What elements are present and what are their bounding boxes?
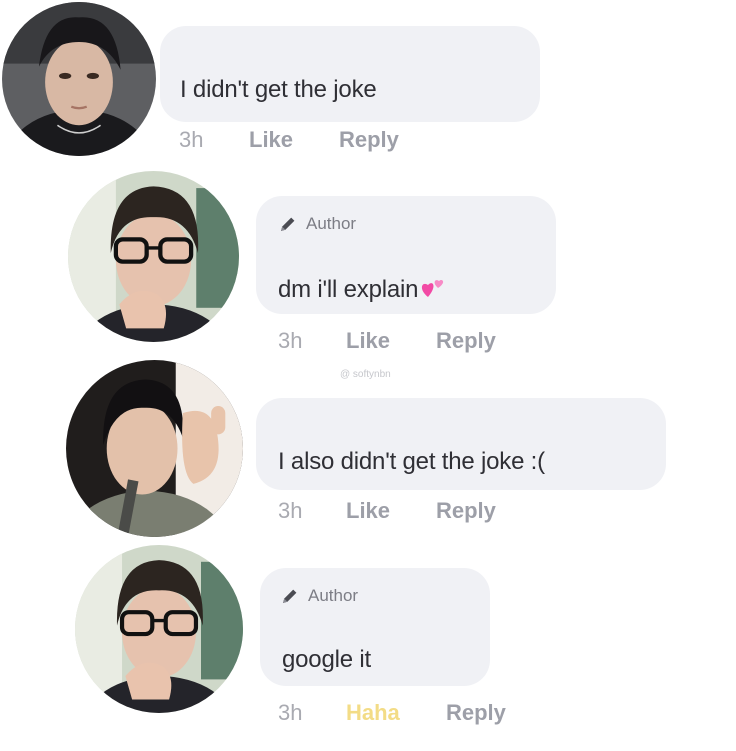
haha-reaction-button[interactable]: Haha xyxy=(346,700,400,726)
author-avatar[interactable] xyxy=(75,545,243,713)
profile-photo xyxy=(75,545,243,713)
comment-actions: 3h Like Reply xyxy=(278,498,538,526)
reply-button[interactable]: Reply xyxy=(436,328,496,354)
reply-button[interactable]: Reply xyxy=(446,700,506,726)
pencil-icon xyxy=(281,217,295,231)
comment-timestamp: 3h xyxy=(278,328,303,353)
profile-photo xyxy=(68,171,239,342)
author-badge: Author xyxy=(280,586,358,606)
comment-text: I also didn't get the joke :( xyxy=(278,448,545,475)
two-hearts-emoji xyxy=(422,279,444,297)
like-button[interactable]: Like xyxy=(249,127,293,153)
commenter-avatar[interactable] xyxy=(2,2,156,156)
comment-actions: 3h Like Reply xyxy=(278,328,538,356)
like-button[interactable]: Like xyxy=(346,328,390,354)
author-label: Author xyxy=(306,214,357,233)
comment-content: dm i'll explain xyxy=(278,276,446,304)
author-avatar[interactable] xyxy=(68,171,239,342)
commenter-avatar[interactable] xyxy=(66,360,243,537)
comment-timestamp: 3h xyxy=(278,700,303,725)
reply-button[interactable]: Reply xyxy=(339,127,399,153)
comment-timestamp: 3h xyxy=(179,127,204,152)
author-label: Author xyxy=(308,586,359,605)
comment-actions: 3h Like Reply xyxy=(179,127,459,155)
comment-text: dm i'll explain xyxy=(278,276,419,303)
reply-button[interactable]: Reply xyxy=(436,498,496,524)
comment-timestamp: 3h xyxy=(278,498,303,523)
comment-text: I didn't get the joke xyxy=(180,76,377,103)
comment-actions: 3h Haha Reply xyxy=(278,700,538,728)
profile-photo xyxy=(2,2,156,156)
profile-photo xyxy=(66,360,243,537)
watermark: @ softynbn xyxy=(340,369,391,380)
pencil-icon xyxy=(283,589,297,603)
comment-text: google it xyxy=(282,646,371,673)
comment-bubble: Author dm i'll explain xyxy=(256,196,556,314)
comment-bubble: Author google it xyxy=(260,568,490,686)
comment-bubble: I didn't get the joke xyxy=(160,26,540,122)
author-badge: Author xyxy=(278,214,356,234)
comment-bubble: I also didn't get the joke :( xyxy=(256,398,666,490)
like-button[interactable]: Like xyxy=(346,498,390,524)
